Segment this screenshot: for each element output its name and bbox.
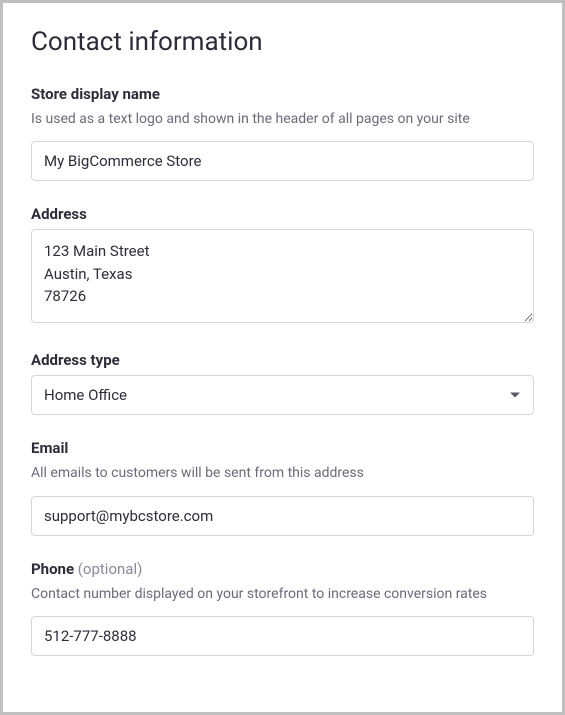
phone-optional-text: (optional) bbox=[78, 560, 143, 578]
store-display-name-field: Store display name Is used as a text log… bbox=[31, 85, 534, 181]
address-textarea[interactable] bbox=[31, 229, 534, 323]
address-label: Address bbox=[31, 205, 534, 223]
email-description: All emails to customers will be sent fro… bbox=[31, 463, 534, 483]
phone-label: Phone (optional) bbox=[31, 560, 534, 578]
email-input[interactable] bbox=[31, 496, 534, 536]
address-type-select[interactable]: Home Office bbox=[31, 375, 534, 415]
address-type-select-wrapper: Home Office bbox=[31, 375, 534, 415]
phone-label-text: Phone bbox=[31, 560, 74, 578]
phone-description: Contact number displayed on your storefr… bbox=[31, 584, 534, 604]
email-field: Email All emails to customers will be se… bbox=[31, 439, 534, 535]
store-display-name-label: Store display name bbox=[31, 85, 534, 103]
store-display-name-description: Is used as a text logo and shown in the … bbox=[31, 109, 534, 129]
address-field: Address bbox=[31, 205, 534, 327]
address-type-field: Address type Home Office bbox=[31, 351, 534, 415]
email-label: Email bbox=[31, 439, 534, 457]
store-display-name-input[interactable] bbox=[31, 141, 534, 181]
phone-input[interactable] bbox=[31, 616, 534, 656]
phone-field: Phone (optional) Contact number displaye… bbox=[31, 560, 534, 656]
address-type-label: Address type bbox=[31, 351, 534, 369]
page-title: Contact information bbox=[31, 27, 534, 57]
